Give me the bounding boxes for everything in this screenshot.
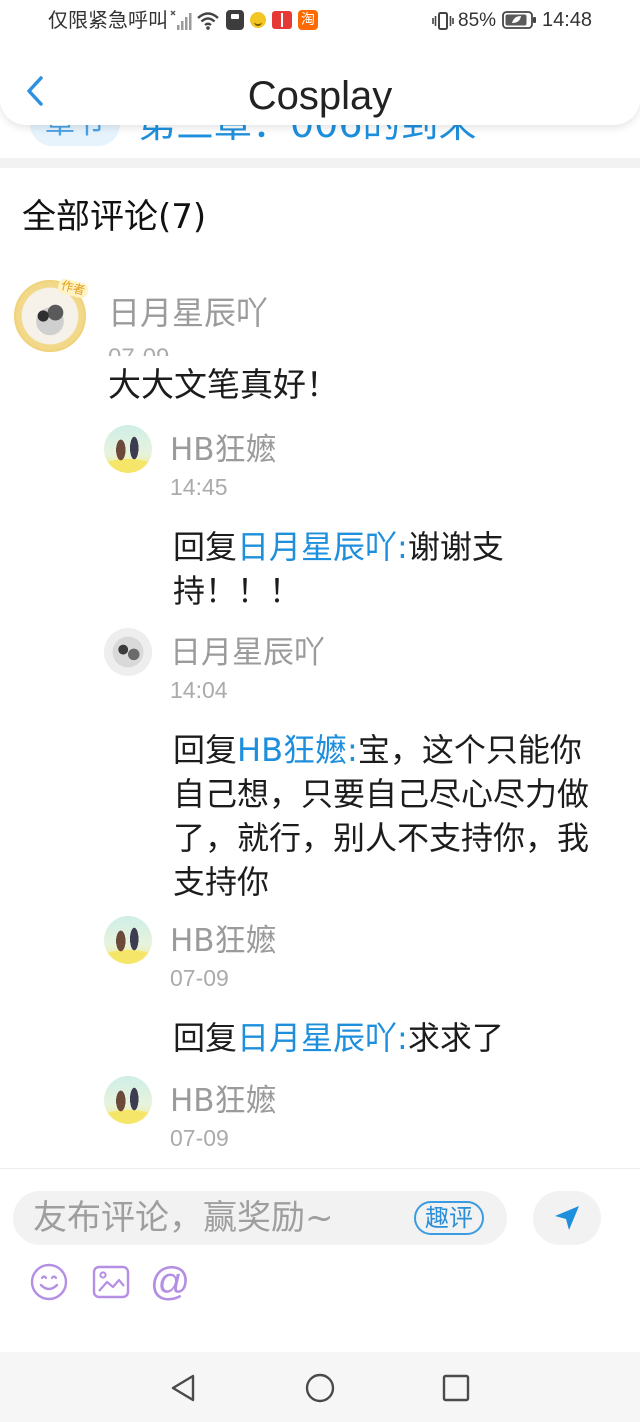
battery-percent: 85% (458, 10, 497, 31)
wifi-icon (197, 12, 219, 30)
taobao-app-icon: 淘 (298, 10, 318, 30)
recents-square-icon (442, 1374, 470, 1402)
comment-time: 07-09 (108, 346, 228, 356)
send-icon (555, 1206, 579, 1230)
avatar[interactable] (104, 425, 152, 473)
reply-prefix: 回复 (173, 1019, 238, 1057)
reply-to-user-link[interactable]: 日月星辰吖: (237, 1019, 408, 1057)
comments-heading: 全部评论(7) (22, 197, 207, 237)
reply-author-name[interactable]: HB狂嬷 (170, 433, 277, 467)
reply-time: 14:45 (170, 474, 228, 500)
app-notification-icon (226, 10, 244, 30)
reply-author-name[interactable]: 日月星辰吖 (170, 636, 325, 670)
section-divider (0, 158, 640, 168)
vibrate-icon (432, 12, 454, 30)
reply-prefix: 回复 (173, 528, 238, 566)
reply-time: 07-09 (170, 1125, 229, 1151)
back-triangle-icon (171, 1374, 195, 1402)
image-button[interactable] (90, 1261, 132, 1303)
avatar[interactable] (104, 916, 152, 964)
signal-icon (170, 10, 192, 30)
reply-body: 求求了 (407, 1019, 504, 1057)
comment-author-name[interactable]: 日月星辰吖 (108, 295, 268, 331)
image-icon (92, 1265, 130, 1299)
reply-to-user-link[interactable]: HB狂嬷: (237, 731, 358, 769)
nav-recents-button[interactable] (438, 1370, 474, 1406)
comment-composer: 友布评论，赢奖励~ 趣评 @ (0, 1168, 640, 1352)
avatar[interactable] (104, 1076, 152, 1124)
reply-time: 07-09 (170, 965, 229, 991)
comment-time-wrap: 07-09 (108, 346, 228, 356)
comment-input-placeholder: 友布评论，赢奖励~ (33, 1198, 334, 1238)
comment-input[interactable]: 友布评论，赢奖励~ 趣评 (13, 1191, 507, 1245)
reply-text[interactable]: 回复日月星辰吖:谢谢支持！！！ (173, 525, 605, 613)
qupin-button[interactable]: 趣评 (414, 1201, 484, 1235)
system-nav-bar (0, 1352, 640, 1422)
book-app-icon (272, 11, 292, 29)
home-circle-icon (305, 1373, 335, 1403)
carrier-text: 仅限紧急呼叫 (48, 10, 168, 32)
smiley-app-icon (250, 12, 266, 28)
header: 仅限紧急呼叫 淘 85% 14:48 Cosplay (0, 0, 640, 125)
emoji-icon (30, 1263, 68, 1301)
battery-icon (502, 11, 536, 29)
mention-button[interactable]: @ (149, 1261, 191, 1303)
emoji-button[interactable] (28, 1261, 70, 1303)
page-title: Cosplay (247, 74, 393, 118)
reply-to-user-link[interactable]: 日月星辰吖: (237, 528, 408, 566)
reply-author-name[interactable]: HB狂嬷 (170, 1084, 277, 1118)
comment-text[interactable]: 大大文笔真好！ (108, 364, 339, 406)
reply-author-name[interactable]: HB狂嬷 (170, 924, 277, 958)
send-button[interactable] (533, 1191, 601, 1245)
reply-text[interactable]: 回复日月星辰吖:求求了 (173, 1016, 605, 1060)
nav-home-button[interactable] (302, 1370, 338, 1406)
clock: 14:48 (542, 9, 593, 31)
mention-icon: @ (149, 1260, 191, 1304)
reply-time: 14:04 (170, 677, 228, 703)
avatar[interactable] (104, 628, 152, 676)
reply-prefix: 回复 (173, 731, 238, 769)
nav-back-button[interactable] (165, 1370, 201, 1406)
reply-text[interactable]: 回复HB狂嬷:宝，这个只能你自己想，只要自己尽心尽力做了，就行，别人不支持你，我… (173, 728, 605, 904)
